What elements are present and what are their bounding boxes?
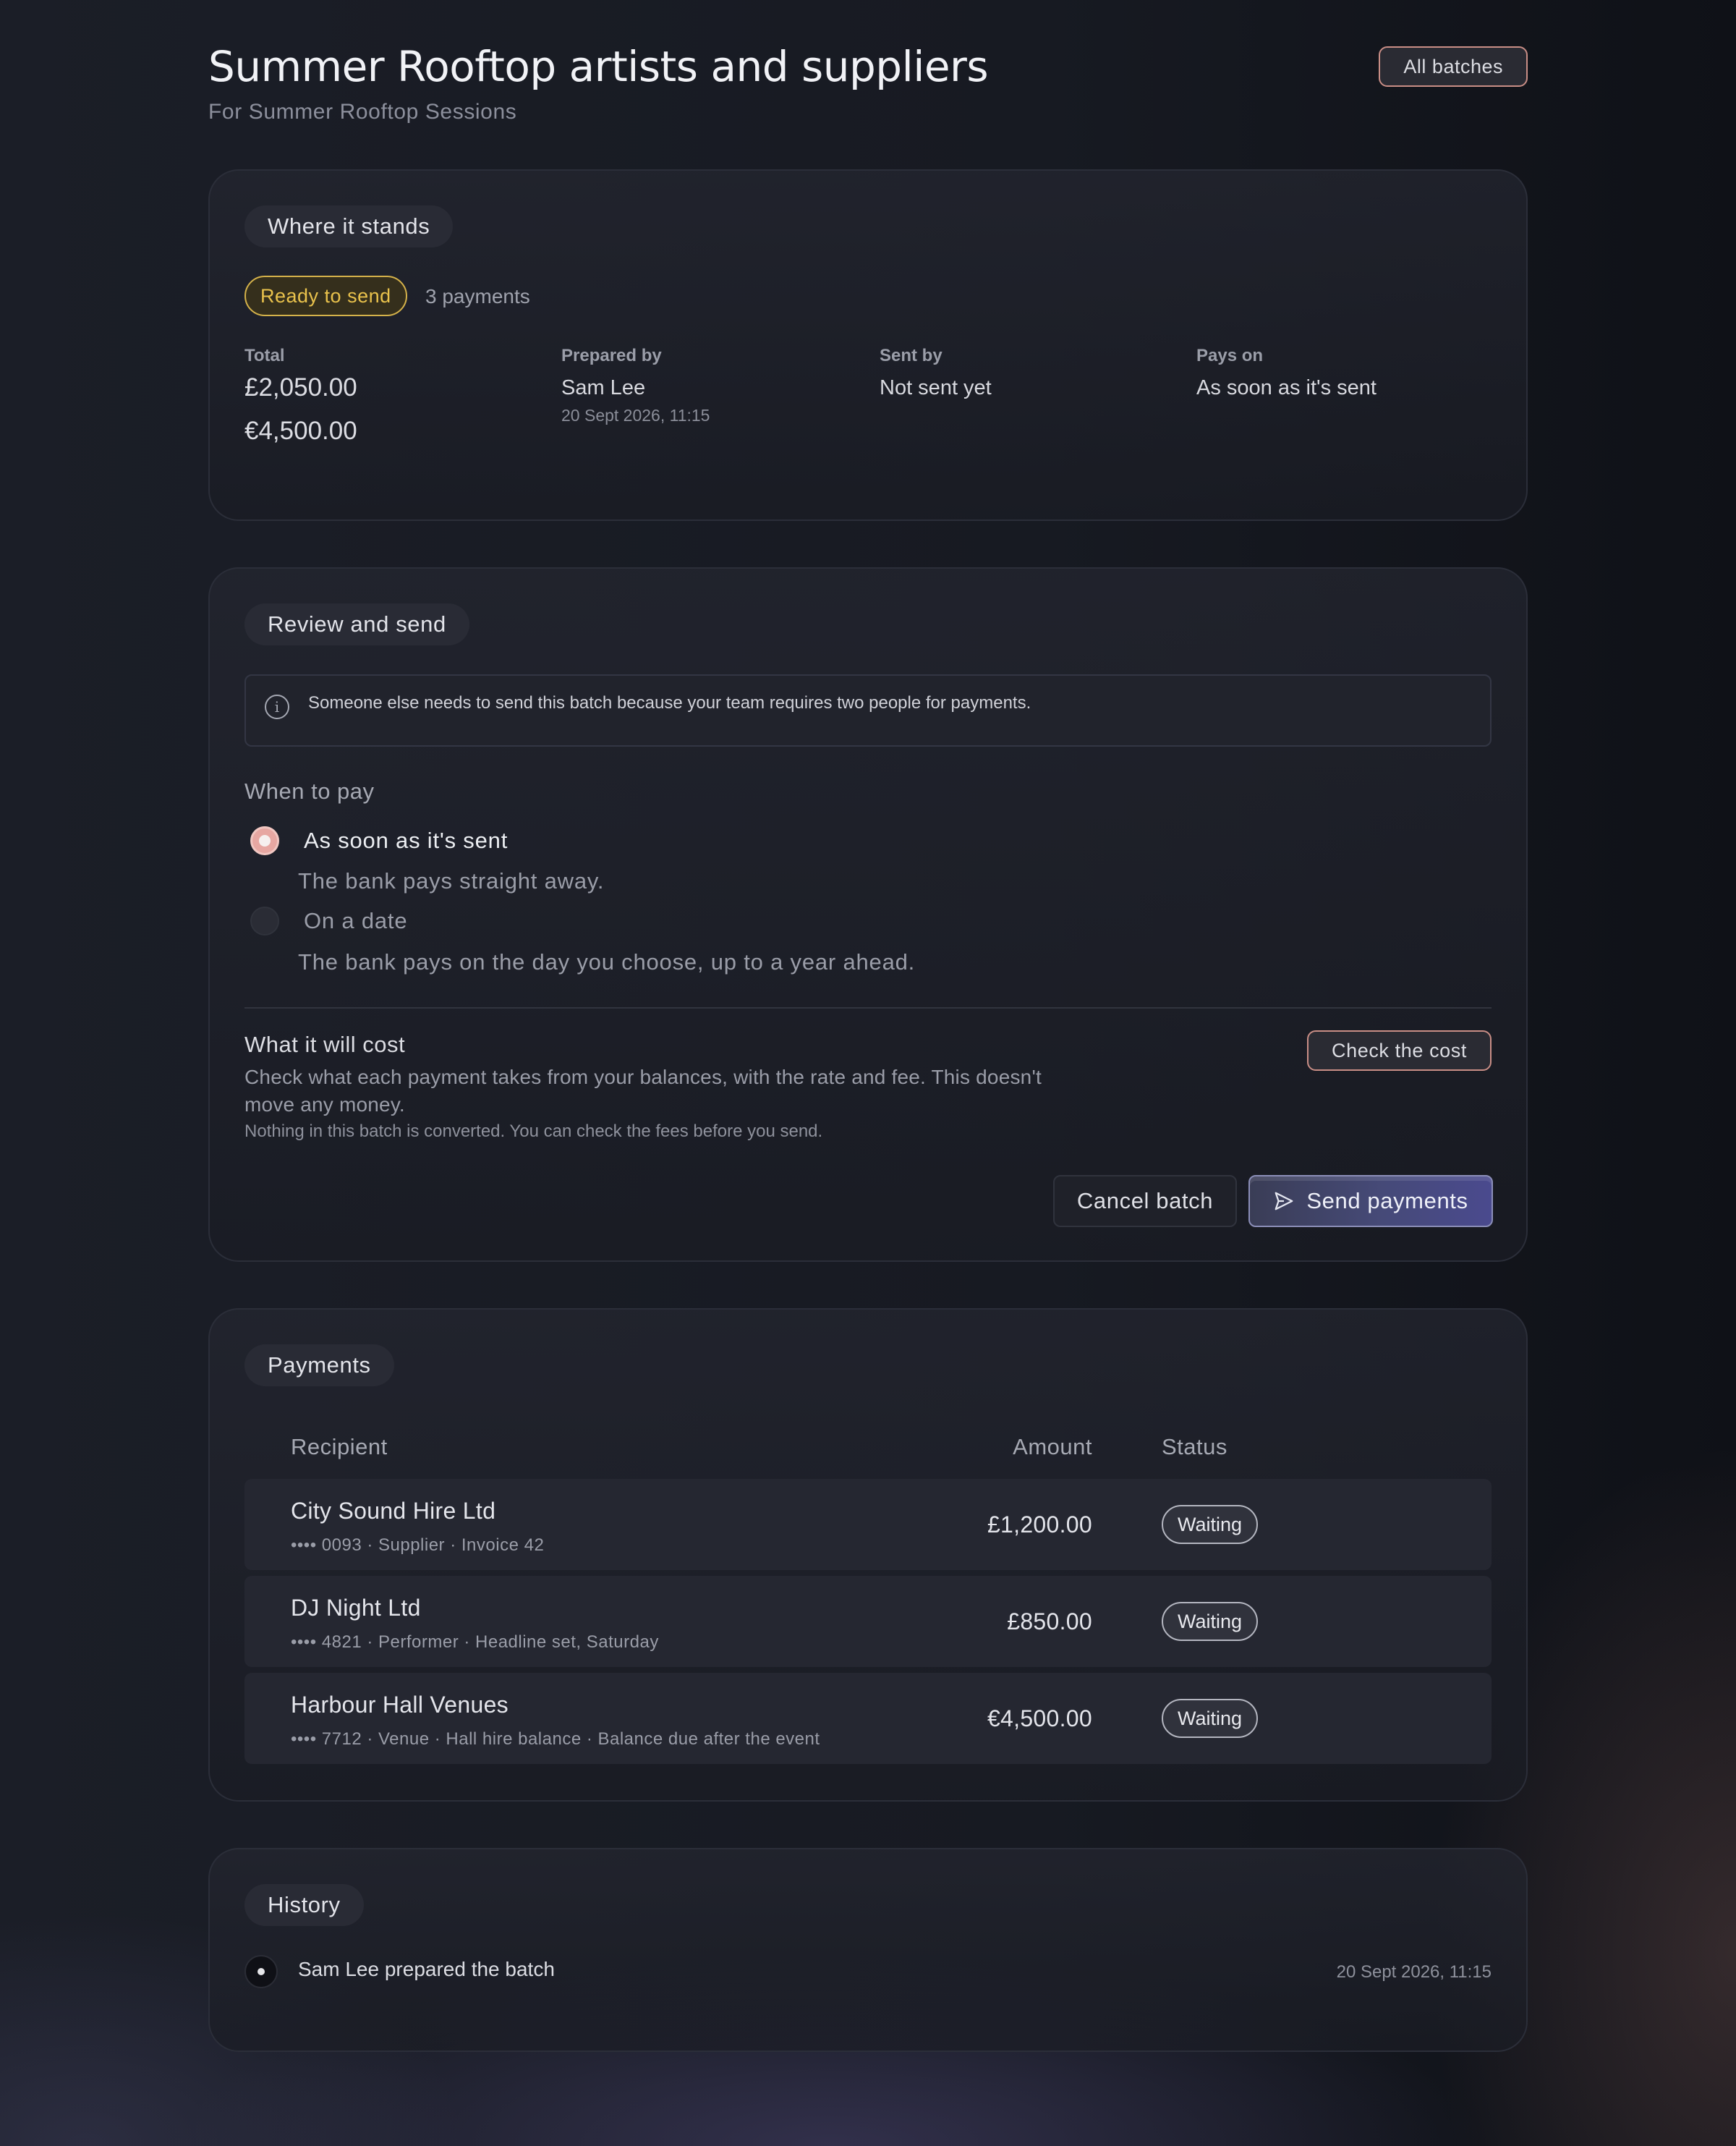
recipient-meta: •••• 7712 · Venue · Hall hire balance · … — [291, 1729, 820, 1749]
send-icon — [1275, 1192, 1293, 1210]
info-notice: i Someone else needs to send this batch … — [244, 674, 1492, 747]
timeline-dot-icon — [244, 1955, 278, 1988]
cost-note: Nothing in this batch is converted. You … — [244, 1121, 823, 1141]
info-icon: i — [265, 695, 289, 719]
payment-amount: £1,200.00 — [987, 1511, 1092, 1538]
column-recipient: Recipient — [291, 1434, 388, 1459]
payments-card: Payments Recipient Amount Status City So… — [208, 1308, 1528, 1802]
payment-amount: €4,500.00 — [987, 1705, 1092, 1731]
payment-count: 3 payments — [425, 285, 530, 308]
send-payments-label: Send payments — [1306, 1188, 1468, 1213]
sent-by-value: Not sent yet — [880, 376, 992, 399]
prepared-by-name: Sam Lee — [561, 376, 646, 399]
when-to-pay-label: When to pay — [244, 779, 375, 804]
payment-row[interactable]: Harbour Hall Venues •••• 7712 · Venue · … — [244, 1673, 1492, 1764]
pays-on-label: Pays on — [1196, 346, 1264, 365]
radio-asap-description: The bank pays straight away. — [298, 868, 605, 894]
prepared-by-label: Prepared by — [561, 346, 662, 365]
history-card-title: History — [244, 1884, 364, 1926]
total-eur: €4,500.00 — [244, 417, 357, 445]
sent-by-label: Sent by — [880, 346, 943, 365]
history-card: History Sam Lee prepared the batch 20 Se… — [208, 1848, 1528, 2052]
status-badge: Waiting — [1162, 1505, 1259, 1544]
prepared-at: 20 Sept 2026, 11:15 — [561, 406, 710, 425]
total-gbp: £2,050.00 — [244, 373, 357, 402]
history-event-text: Sam Lee prepared the batch — [298, 1958, 555, 1980]
total-label: Total — [244, 346, 285, 365]
radio-on-date[interactable] — [250, 907, 279, 936]
all-batches-button[interactable]: All batches — [1379, 46, 1528, 87]
recipient-name: DJ Night Ltd — [291, 1595, 421, 1621]
column-status: Status — [1162, 1434, 1227, 1459]
page-title: Summer Rooftop artists and suppliers — [208, 42, 989, 91]
radio-on-date-description: The bank pays on the day you choose, up … — [298, 949, 916, 975]
pays-on-stat: Pays on As soon as it's sent — [1196, 346, 1377, 400]
review-card: Review and send i Someone else needs to … — [208, 567, 1528, 1262]
payment-row[interactable]: DJ Night Ltd •••• 4821 · Performer · Hea… — [244, 1576, 1492, 1667]
radio-asap[interactable] — [250, 826, 279, 855]
send-payments-button[interactable]: Send payments — [1248, 1175, 1493, 1227]
recipient-name: Harbour Hall Venues — [291, 1692, 509, 1718]
status-badge: Waiting — [1162, 1699, 1259, 1738]
history-event-time: 20 Sept 2026, 11:15 — [1336, 1962, 1492, 1982]
pays-on-value: As soon as it's sent — [1196, 376, 1377, 399]
total-stat: Total £2,050.00 €4,500.00 — [244, 346, 357, 453]
divider — [244, 1007, 1492, 1009]
status-card-title: Where it stands — [244, 205, 454, 247]
status-card: Where it stands Ready to send 3 payments… — [208, 169, 1528, 521]
payment-amount: £850.00 — [1007, 1608, 1092, 1634]
radio-asap-label[interactable]: As soon as it's sent — [304, 828, 508, 854]
payment-row[interactable]: City Sound Hire Ltd •••• 0093 · Supplier… — [244, 1479, 1492, 1570]
check-cost-button[interactable]: Check the cost — [1307, 1030, 1492, 1071]
payments-card-title: Payments — [244, 1344, 394, 1386]
column-amount: Amount — [1013, 1434, 1092, 1459]
recipient-name: City Sound Hire Ltd — [291, 1498, 496, 1524]
sent-by-stat: Sent by Not sent yet — [880, 346, 992, 400]
status-badge: Waiting — [1162, 1602, 1259, 1641]
cost-title: What it will cost — [244, 1032, 406, 1057]
prepared-by-stat: Prepared by Sam Lee 20 Sept 2026, 11:15 — [561, 346, 710, 425]
cancel-batch-button[interactable]: Cancel batch — [1053, 1175, 1237, 1227]
recipient-meta: •••• 0093 · Supplier · Invoice 42 — [291, 1535, 545, 1555]
status-badge: Ready to send — [244, 276, 407, 316]
page-subtitle: For Summer Rooftop Sessions — [208, 100, 517, 124]
radio-on-date-label[interactable]: On a date — [304, 908, 407, 934]
info-text: Someone else needs to send this batch be… — [308, 693, 1031, 713]
review-card-title: Review and send — [244, 603, 469, 645]
recipient-meta: •••• 4821 · Performer · Headline set, Sa… — [291, 1632, 659, 1652]
cost-description: Check what each payment takes from your … — [244, 1066, 1042, 1116]
